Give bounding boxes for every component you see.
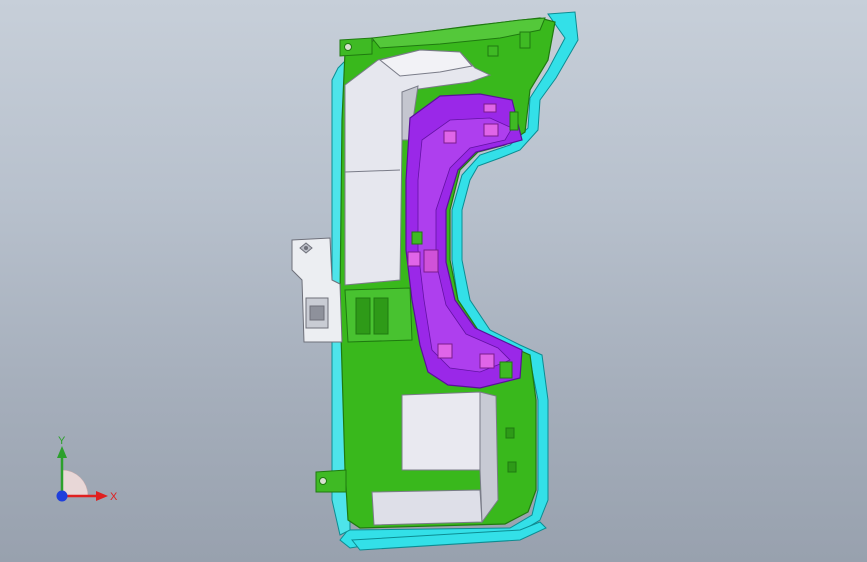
y-axis-arrow (57, 446, 67, 458)
bottom-left-tab-hole (319, 477, 327, 485)
triad-xy-arc (61, 469, 89, 497)
top-left-tab-hole (344, 43, 352, 51)
coordinate-triad: Y X (56, 435, 118, 503)
channel-slot-1 (355, 297, 371, 335)
y-axis-label: Y (58, 435, 66, 447)
clip-5 (487, 45, 499, 57)
white-lower-box (401, 391, 481, 471)
white-lower-tray (371, 489, 483, 526)
graphics-viewport[interactable]: Y X (0, 0, 867, 562)
cad-part-model[interactable] (0, 0, 867, 562)
right-clip-2 (507, 461, 517, 473)
side-bracket-inner (309, 305, 325, 321)
x-axis-label: X (110, 491, 118, 503)
channel-slot-2 (373, 297, 389, 335)
grey-lower-wall (479, 391, 499, 524)
magenta-pad-2 (443, 130, 457, 144)
magenta-pad-6 (479, 353, 495, 369)
clip-1 (411, 231, 423, 245)
magenta-pad-3 (407, 251, 421, 267)
magenta-pad-7 (483, 103, 497, 113)
magenta-pad-5 (437, 343, 453, 359)
side-bracket-hole (304, 246, 308, 250)
x-axis-arrow (96, 491, 108, 501)
clip-3 (509, 111, 519, 131)
magenta-pad-1 (483, 123, 499, 137)
clip-2 (499, 361, 513, 379)
z-axis-dot (56, 490, 68, 502)
magenta-pad-4 (423, 249, 439, 273)
clip-4 (519, 31, 531, 49)
right-clip-1 (505, 427, 515, 439)
